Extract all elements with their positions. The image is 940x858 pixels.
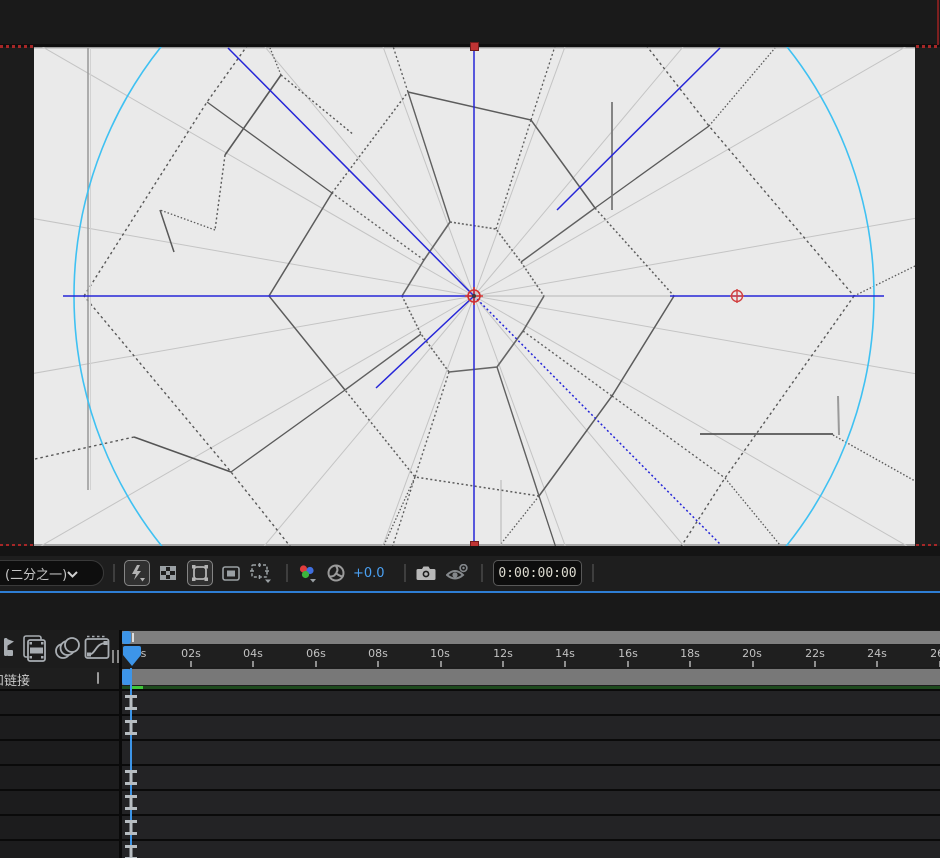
channel-settings-button[interactable] <box>294 560 320 586</box>
guide-options-icon <box>250 563 272 583</box>
graph-editor-icon <box>84 635 111 661</box>
channel-settings-icon <box>297 563 317 583</box>
magnification-value: (二分之一) <box>5 564 67 583</box>
timecode-value: 0:00:00:00 <box>498 566 576 581</box>
wireframe-pattern <box>34 47 915 546</box>
timeline-top-gap <box>0 593 940 630</box>
current-time-field[interactable]: 0:00:00:00 <box>493 560 582 586</box>
navigator-start-handle[interactable] <box>122 631 131 644</box>
fast-previews-button[interactable] <box>124 560 150 586</box>
magnification-dropdown[interactable]: (二分之一) <box>0 560 104 586</box>
layer-track[interactable] <box>122 766 940 789</box>
layer-bounds-dash-top-right <box>916 45 940 48</box>
ruler-label: 06s <box>302 647 330 660</box>
layer-track[interactable] <box>122 816 940 839</box>
show-snapshot-button[interactable] <box>444 560 470 586</box>
ruler-label: 14s <box>551 647 579 660</box>
ruler-label: 04s <box>239 647 267 660</box>
toolbar-separator <box>481 564 483 582</box>
region-of-interest-button[interactable] <box>218 560 244 586</box>
ruler-label: 18s <box>676 647 704 660</box>
effect-point-icon <box>730 289 744 303</box>
reset-exposure-button[interactable] <box>323 560 349 586</box>
chevron-down-icon <box>67 571 78 578</box>
toolbar-separator <box>113 564 115 582</box>
after-effects-window: (二分之一) <box>0 0 940 858</box>
region-of-interest-icon <box>222 566 240 581</box>
layer-duration-bar[interactable] <box>125 845 137 858</box>
navigator-current-time-tick <box>132 633 134 642</box>
layer-duration-bar[interactable] <box>125 820 137 835</box>
timeline-panel: 0s 02s 04s 06s 08s 10s 12s 14s 16s 18s 2… <box>0 630 940 858</box>
motion-blur-icon <box>54 635 82 661</box>
snapshot-camera-button[interactable] <box>413 560 439 586</box>
layer-row-left[interactable] <box>0 766 119 789</box>
show-snapshot-icon <box>446 564 468 582</box>
motion-blur-toggle[interactable] <box>54 635 82 661</box>
snapshot-camera-icon <box>416 565 436 581</box>
transparency-grid-icon <box>160 566 176 580</box>
time-navigator[interactable] <box>122 631 940 644</box>
layer-row-left[interactable] <box>0 841 119 858</box>
ruler-start-bracket <box>112 650 114 663</box>
toolbar-separator <box>404 564 406 582</box>
mask-visibility-button[interactable] <box>187 560 213 586</box>
viewer-pasteboard-left <box>0 47 34 546</box>
layer-track[interactable] <box>122 791 940 814</box>
work-area-bar[interactable] <box>122 669 940 685</box>
layer-row-left[interactable] <box>0 741 119 764</box>
layer-track[interactable] <box>122 741 940 764</box>
layer-duration-bar[interactable] <box>125 720 137 735</box>
ruler-label: 24s <box>863 647 891 660</box>
layer-row-left[interactable] <box>0 716 119 739</box>
layer-track[interactable] <box>122 716 940 739</box>
playhead-icon[interactable] <box>122 645 142 669</box>
time-ruler[interactable]: 0s 02s 04s 06s 08s 10s 12s 14s 16s 18s 2… <box>122 645 940 667</box>
composition-canvas[interactable] <box>34 47 915 546</box>
layer-duration-bar[interactable] <box>125 770 137 785</box>
mask-visibility-icon <box>191 564 209 582</box>
toolbar-separator <box>592 564 594 582</box>
fast-previews-icon <box>128 564 146 582</box>
viewer-footer-gap <box>0 546 940 556</box>
layer-track[interactable] <box>122 841 940 858</box>
layer-track[interactable] <box>122 691 940 714</box>
ruler-label: 08s <box>364 647 392 660</box>
exposure-value[interactable]: +0.0 <box>353 566 385 581</box>
layer-row-left[interactable] <box>0 816 119 839</box>
clipped-tool-icon[interactable] <box>0 635 15 661</box>
frame-blending-icon <box>22 634 48 662</box>
layer-rows <box>0 689 940 858</box>
frame-blending-toggle[interactable] <box>22 634 48 662</box>
viewer-toolbar: (二分之一) <box>0 556 940 591</box>
panel-edge-sliver <box>937 0 939 45</box>
layer-handle-top[interactable] <box>470 42 479 51</box>
ruler-label: 10s <box>426 647 454 660</box>
ruler-label: 16s <box>614 647 642 660</box>
ruler-label: 12s <box>489 647 517 660</box>
top-panel-area <box>0 0 940 44</box>
ruler-label: 26s <box>926 647 940 660</box>
viewer-pasteboard-right <box>915 47 940 546</box>
column-resize-divider[interactable] <box>97 672 99 684</box>
layer-duration-bar[interactable] <box>125 795 137 810</box>
graph-editor-toggle[interactable] <box>84 635 111 661</box>
guide-options-button[interactable] <box>248 560 274 586</box>
ruler-label: 20s <box>738 647 766 660</box>
reset-exposure-icon <box>327 564 345 582</box>
layer-duration-bar[interactable] <box>125 695 137 710</box>
transparency-grid-button[interactable] <box>155 560 181 586</box>
ruler-label: 22s <box>801 647 829 660</box>
ruler-label: 02s <box>177 647 205 660</box>
layer-row-left[interactable] <box>0 791 119 814</box>
layer-bounds-dash-top-left <box>0 45 34 48</box>
layer-row-left[interactable] <box>0 691 119 714</box>
toolbar-separator <box>286 564 288 582</box>
parent-link-column-label[interactable]: 和链接 <box>0 670 30 689</box>
